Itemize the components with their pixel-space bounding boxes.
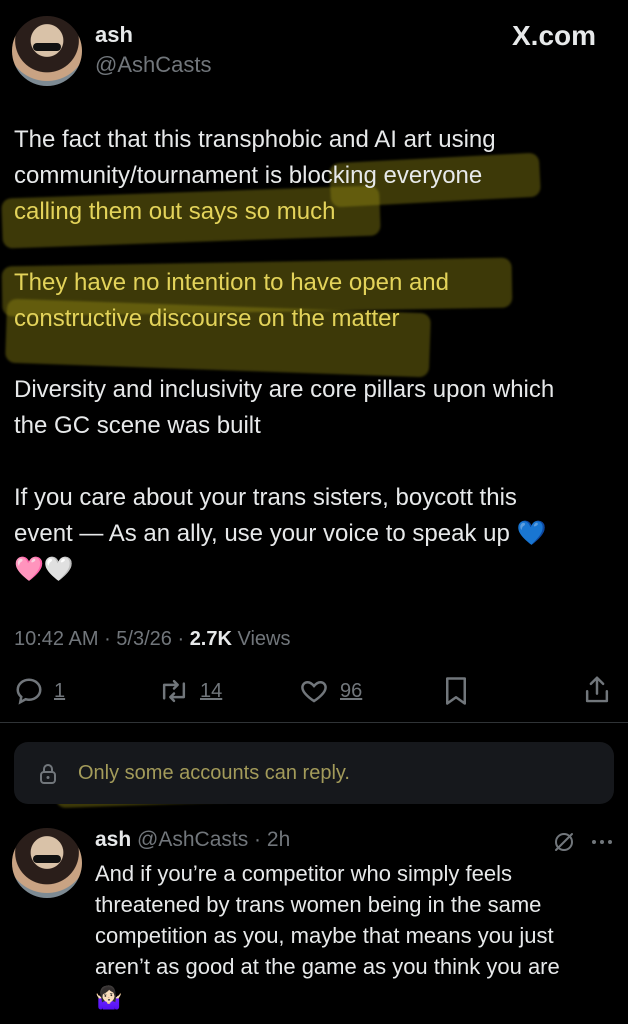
- reply-line: And if you’re a competitor who simply fe…: [95, 861, 512, 886]
- tweet-line: calling them out says so much: [14, 198, 336, 225]
- tweet-line: event — As an ally, use your voice to sp…: [14, 520, 547, 547]
- author-name[interactable]: ash: [95, 22, 133, 48]
- reply-line: threatened by trans women being in the s…: [95, 892, 542, 917]
- share-button[interactable]: [582, 674, 612, 706]
- reply-header: ash @AshCasts · 2h: [95, 828, 291, 851]
- divider: [0, 722, 628, 723]
- like-icon: [298, 676, 330, 706]
- views-label: Views: [237, 628, 291, 650]
- views-count: 2.7K: [189, 628, 232, 650]
- tweet-line: The fact that this transphobic and AI ar…: [14, 126, 496, 153]
- author-handle[interactable]: @AshCasts: [95, 52, 211, 78]
- reply-age[interactable]: 2h: [267, 828, 290, 851]
- tweet-line: They have no intention to have open and: [14, 269, 449, 296]
- like-button[interactable]: 96: [298, 676, 362, 706]
- like-count: 96: [340, 679, 363, 702]
- reply-author-handle[interactable]: @AshCasts: [137, 828, 248, 851]
- tweet-meta: 10:42 AM · 5/3/26 · 2.7K Views: [14, 628, 291, 650]
- tweet-date[interactable]: 5/3/26: [116, 628, 172, 650]
- reply-line: competition as you, maybe that means you…: [95, 923, 554, 948]
- tweet-line: If you care about your trans sisters, bo…: [14, 484, 517, 511]
- tweet-line: the GC scene was built: [14, 412, 261, 439]
- tweet-line: 🩷🤍: [14, 556, 74, 583]
- reply-line: aren’t as good at the game as you think …: [95, 954, 560, 979]
- reply-author-name[interactable]: ash: [95, 828, 131, 851]
- reply-avatar[interactable]: [12, 828, 82, 898]
- tweet-line: constructive discourse on the matter: [14, 305, 400, 332]
- reply-restriction-text: Only some accounts can reply.: [78, 762, 350, 784]
- share-icon: [582, 674, 612, 706]
- x-logo: X.com: [512, 20, 597, 51]
- tweet-line: community/tournament is blocking everyon…: [14, 162, 483, 189]
- tweet-line: Diversity and inclusivity are core pilla…: [14, 376, 555, 403]
- reply-button[interactable]: 1: [14, 676, 65, 706]
- tweet-time[interactable]: 10:42 AM: [14, 628, 99, 650]
- avatar[interactable]: [12, 16, 82, 86]
- reply-line: 🤷🏻‍♀️: [95, 985, 123, 1010]
- repost-icon: [158, 676, 190, 706]
- repost-count: 14: [200, 679, 223, 702]
- grok-icon[interactable]: [552, 830, 576, 854]
- bookmark-icon: [442, 676, 470, 706]
- repost-button[interactable]: 14: [158, 676, 222, 706]
- reply-count: 1: [54, 679, 66, 702]
- lock-icon: [38, 763, 58, 785]
- bookmark-button[interactable]: [442, 676, 470, 706]
- reply-icon: [14, 676, 44, 706]
- more-icon[interactable]: [590, 838, 614, 846]
